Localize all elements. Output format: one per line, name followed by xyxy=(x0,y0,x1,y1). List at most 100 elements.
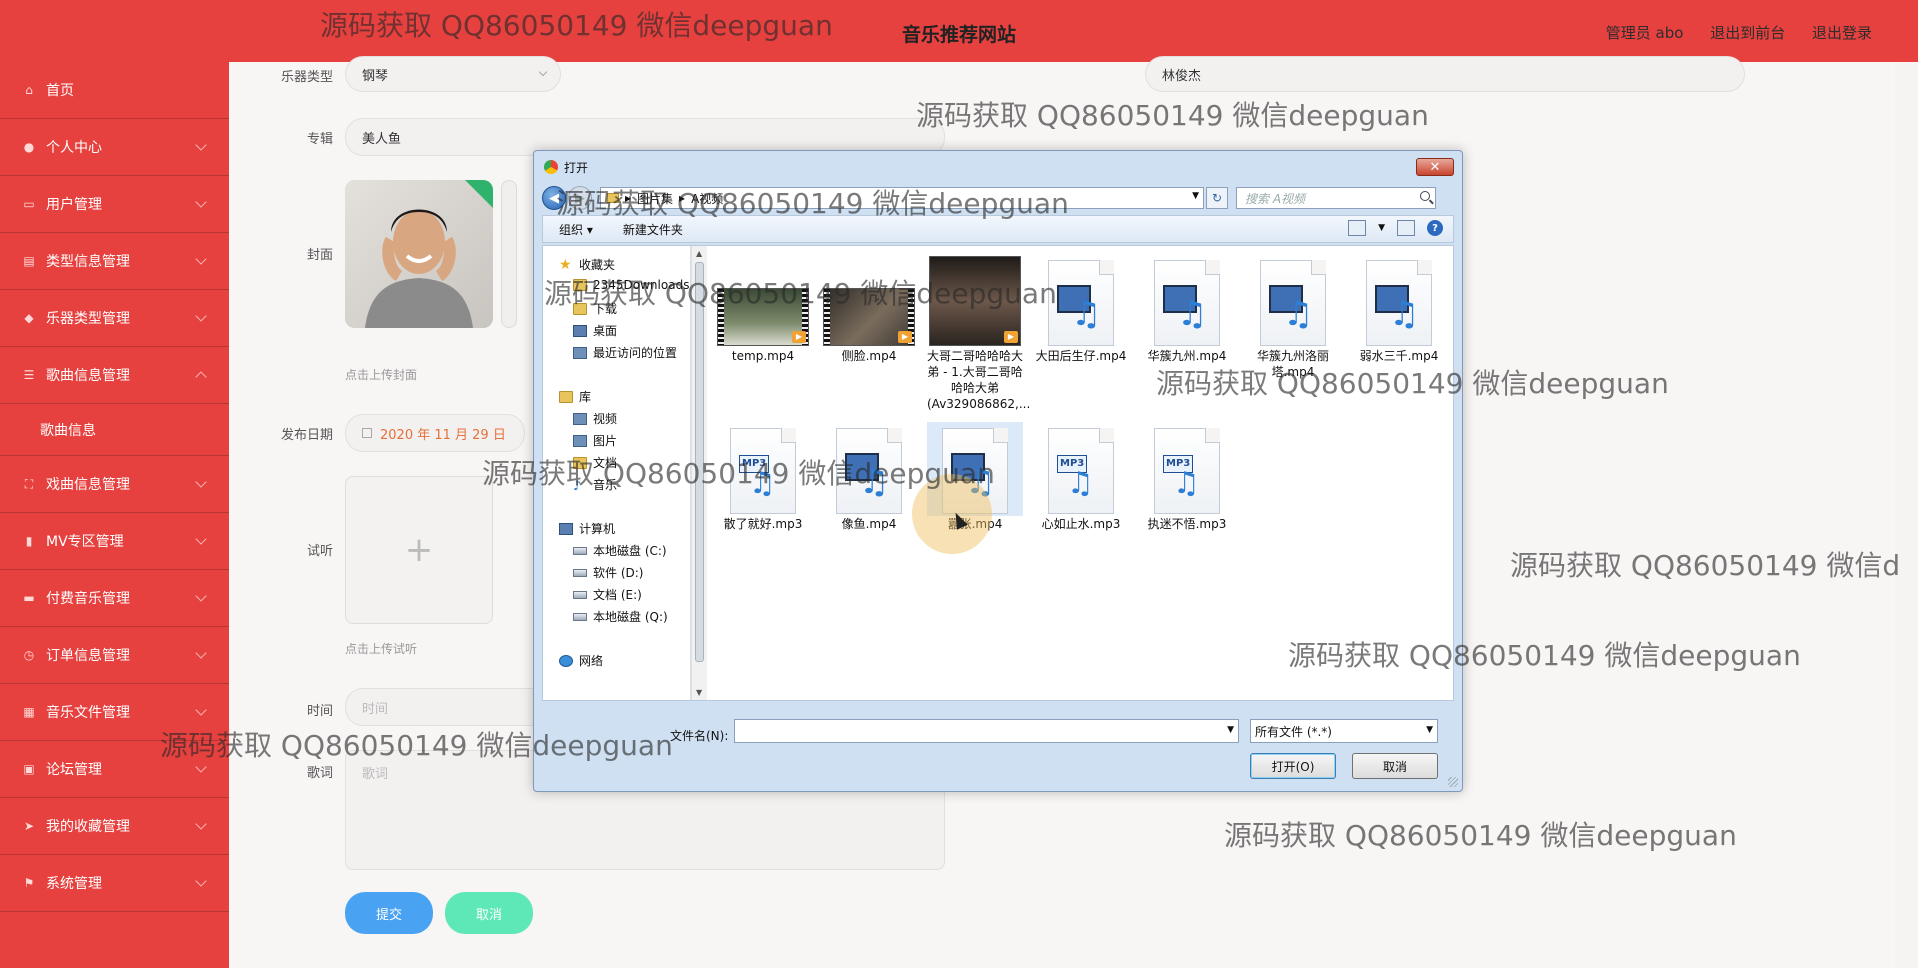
tree-drive-e[interactable]: 文档 (E:) xyxy=(573,586,642,603)
trial-upload-box[interactable]: + xyxy=(345,476,493,624)
sidebar-item-orders[interactable]: ◷ 订单信息管理 xyxy=(0,627,229,684)
chevron-down-icon xyxy=(195,818,207,830)
cover-upload-slot[interactable] xyxy=(501,180,517,328)
scroll-down-icon[interactable]: ▼ xyxy=(696,688,702,697)
sidebar-item-label: 乐器类型管理 xyxy=(46,311,130,327)
sidebar-item-forum[interactable]: ▣ 论坛管理 xyxy=(0,741,229,798)
new-folder-button[interactable]: 新建文件夹 xyxy=(623,221,683,238)
tree-library[interactable]: 库 xyxy=(559,388,591,405)
sidebar-item-types[interactable]: ▤ 类型信息管理 xyxy=(0,233,229,290)
address-bar[interactable]: ▸ 图片集 ▸ A视频 ▼ xyxy=(600,187,1204,209)
logout-link[interactable]: 退出登录 xyxy=(1812,24,1872,42)
submit-button[interactable]: 提交 xyxy=(345,892,433,934)
tree-computer[interactable]: 计算机 xyxy=(559,520,615,537)
view-mode-icon[interactable] xyxy=(1348,220,1367,236)
breadcrumb-item[interactable]: 图片集 xyxy=(637,190,673,207)
mp3-file-icon: MP3 ♫ xyxy=(730,428,796,514)
file-item[interactable]: MP3 ♫ 心如止水.mp3 xyxy=(1033,422,1129,532)
filetype-select[interactable]: 所有文件 (*.*) ▼ xyxy=(1250,719,1438,743)
resize-grip[interactable] xyxy=(1448,777,1458,787)
video-thumbnail: ▶ xyxy=(929,256,1021,346)
tree-documents[interactable]: 文档 xyxy=(573,454,617,471)
organize-menu[interactable]: 组织 ▾ xyxy=(559,221,593,238)
file-item[interactable]: ♫ 华簇九州洛丽塔.mp4 xyxy=(1245,254,1341,380)
chevron-down-icon xyxy=(538,67,548,77)
dropdown-arrow-icon[interactable]: ▼ xyxy=(1227,725,1234,735)
back-button[interactable]: ◀ xyxy=(542,186,566,210)
dropdown-arrow-icon[interactable]: ▼ xyxy=(1192,191,1199,201)
tree-2345downloads[interactable]: 2345Downloads xyxy=(573,278,689,292)
file-name: 心如止水.mp3 xyxy=(1041,517,1121,531)
forward-button[interactable]: ▶ xyxy=(568,186,592,210)
file-item[interactable]: ▶ 侧脸.mp4 xyxy=(821,254,917,364)
tree-label: 计算机 xyxy=(579,522,616,536)
tree-desktop[interactable]: 桌面 xyxy=(573,322,617,339)
clipboard-icon: ▣ xyxy=(23,762,35,776)
flag-icon: ⚑ xyxy=(23,876,35,890)
sidebar-item-home[interactable]: ⌂ 首页 xyxy=(0,62,229,119)
sidebar-item-label: MV专区管理 xyxy=(46,534,124,550)
tree-drive-c[interactable]: 本地磁盘 (C:) xyxy=(573,542,667,559)
sidebar-subitem-song-info[interactable]: 歌曲信息 xyxy=(0,404,229,456)
media-file-icon: ♫ xyxy=(1154,260,1220,346)
file-item[interactable]: ♫ 像鱼.mp4 xyxy=(821,422,917,532)
recent-places-icon xyxy=(573,346,587,359)
cover-image[interactable] xyxy=(345,180,493,328)
sidebar-item-instruments[interactable]: ◆ 乐器类型管理 xyxy=(0,290,229,347)
instrument-label: 乐器类型 xyxy=(280,70,333,85)
file-item[interactable]: MP3 ♫ 散了就好.mp3 xyxy=(715,422,811,532)
singer-field[interactable]: 林俊杰 xyxy=(1145,56,1745,92)
trial-hint: 点击上传试听 xyxy=(345,642,418,656)
tree-videos[interactable]: 视频 xyxy=(573,410,617,427)
instrument-select[interactable]: 钢琴 xyxy=(345,56,561,92)
file-name: 大哥二哥哈哈哈大弟 - 1.大哥二哥哈哈哈大弟(Av329086862,... xyxy=(927,349,1031,411)
tree-pictures[interactable]: 图片 xyxy=(573,432,617,449)
file-item[interactable]: ♫ 华簇九州.mp4 xyxy=(1139,254,1235,364)
sidebar-item-opera[interactable]: ⛶ 戏曲信息管理 xyxy=(0,456,229,513)
tree-music[interactable]: ♪ 音乐 xyxy=(573,476,617,494)
file-name: temp.mp4 xyxy=(731,349,795,363)
home-icon: ⌂ xyxy=(25,83,33,97)
scroll-thumb[interactable] xyxy=(695,262,704,662)
preview-pane-icon[interactable] xyxy=(1397,220,1415,236)
tree-recent[interactable]: 最近访问的位置 xyxy=(573,344,677,361)
file-item[interactable]: ♫ 大田后生仔.mp4 xyxy=(1033,254,1129,364)
media-file-icon: ♫ xyxy=(1366,260,1432,346)
tree-drive-q[interactable]: 本地磁盘 (Q:) xyxy=(573,608,668,625)
instrument-value: 钢琴 xyxy=(362,68,389,84)
refresh-button[interactable]: ↻ xyxy=(1206,187,1228,209)
mp3-file-icon: MP3 ♫ xyxy=(1154,428,1220,514)
file-item[interactable]: ♫ 弱水三千.mp4 xyxy=(1351,254,1447,364)
sidebar-item-paid-music[interactable]: ▬ 付费音乐管理 xyxy=(0,570,229,627)
dialog-search-input[interactable]: 搜索 A视频 xyxy=(1236,187,1436,209)
sidebar-item-favorites[interactable]: ➤ 我的收藏管理 xyxy=(0,798,229,855)
scroll-up-icon[interactable]: ▲ xyxy=(696,249,702,258)
file-item[interactable]: ▶ 大哥二哥哈哈哈大弟 - 1.大哥二哥哈哈哈大弟(Av329086862,..… xyxy=(927,254,1031,412)
file-name: 华簇九州洛丽塔.mp4 xyxy=(1256,349,1329,379)
sidebar-item-mv[interactable]: ▮ MV专区管理 xyxy=(0,513,229,570)
sidebar-item-label: 订单信息管理 xyxy=(46,648,130,664)
to-front-link[interactable]: 退出到前台 xyxy=(1710,24,1785,42)
file-item[interactable]: ▶ temp.mp4 xyxy=(715,254,811,364)
breadcrumb-item[interactable]: A视频 xyxy=(691,190,723,207)
view-dropdown-icon[interactable]: ▼ xyxy=(1378,223,1385,233)
sidebar-item-users[interactable]: ▭ 用户管理 xyxy=(0,176,229,233)
tree-network[interactable]: 网络 xyxy=(559,652,603,669)
tree-downloads[interactable]: 下载 xyxy=(573,300,617,317)
tree-favorites[interactable]: ★ 收藏夹 xyxy=(559,256,615,273)
cancel-button[interactable]: 取消 xyxy=(445,892,533,934)
release-date-field[interactable]: 2020 年 11 月 29 日 xyxy=(345,414,525,452)
sidebar-item-music-files[interactable]: ▦ 音乐文件管理 xyxy=(0,684,229,741)
sidebar-item-profile[interactable]: ● 个人中心 xyxy=(0,119,229,176)
tree-drive-d[interactable]: 软件 (D:) xyxy=(573,564,643,581)
tree-scrollbar[interactable]: ▲ ▼ xyxy=(691,246,707,700)
sidebar-item-songs[interactable]: ☰ 歌曲信息管理 xyxy=(0,347,229,404)
sidebar-item-system[interactable]: ⚑ 系统管理 xyxy=(0,855,229,912)
help-icon[interactable]: ? xyxy=(1427,220,1443,236)
dialog-close-button[interactable]: ✕ xyxy=(1416,158,1454,176)
open-button[interactable]: 打开(O) xyxy=(1250,753,1336,779)
sidebar-subitem-label: 歌曲信息 xyxy=(40,422,96,439)
filename-input[interactable]: ▼ xyxy=(734,719,1239,743)
dialog-cancel-button[interactable]: 取消 xyxy=(1352,753,1438,779)
file-item[interactable]: MP3 ♫ 执迷不悟.mp3 xyxy=(1139,422,1235,532)
